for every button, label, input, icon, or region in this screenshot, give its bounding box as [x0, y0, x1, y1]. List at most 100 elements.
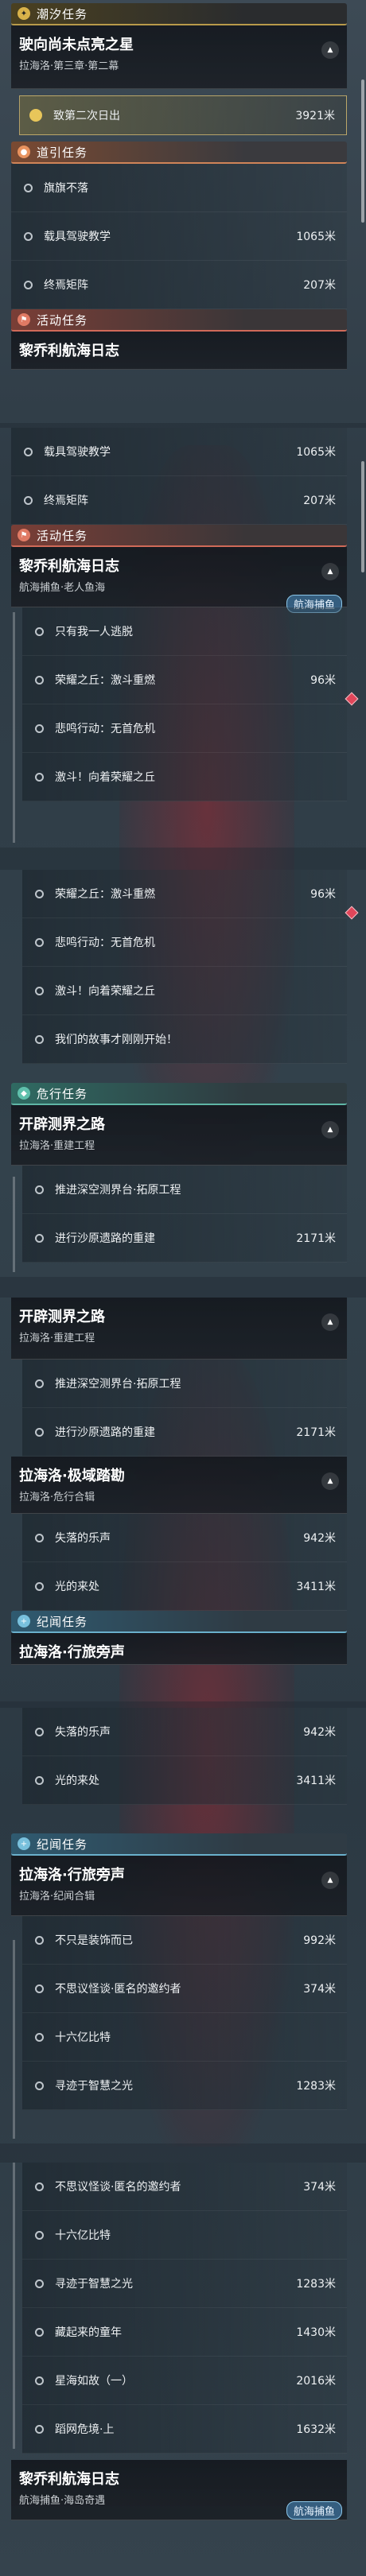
quest-title: 拉海洛·行旅旁声 [19, 1644, 125, 1661]
task-label: 不思议怪谈·匿名的邀约者 [55, 1983, 181, 1996]
task-row[interactable]: 我们的故事才刚刚开始！ [22, 1015, 347, 1064]
quest-subtitle: 拉海洛·危行合辑 [19, 1492, 95, 1503]
task-row[interactable]: 致第二次日出 3921米 [19, 95, 347, 135]
quest-card[interactable]: 开辟测界之路 拉海洛·重建工程 ▲ [11, 1105, 347, 1166]
marker-icon [345, 906, 359, 920]
task-row[interactable]: 十六亿比特 [22, 2013, 347, 2062]
section-activity[interactable]: ⚑ 活动任务 [11, 525, 347, 547]
section-guide[interactable]: ● 道引任务 [11, 142, 347, 164]
task-row[interactable]: 不思议怪谈·匿名的邀约者 374米 [22, 1965, 347, 2013]
task-row[interactable]: 旗旗不落 [11, 164, 347, 212]
quest-card[interactable]: 拉海洛·行旅旁声 拉海洛·纪闻合辑 ▲ [11, 1856, 347, 1916]
task-row[interactable]: 激斗！向着荣耀之丘 [22, 967, 347, 1015]
task-row[interactable]: 终焉矩阵 207米 [11, 261, 347, 309]
section-chronicle[interactable]: + 纪闻任务 [11, 1611, 347, 1633]
task-label: 失落的乐声 [55, 1532, 111, 1545]
quest-subtitle: 拉海洛·重建工程 [19, 1333, 95, 1344]
task-row[interactable]: 载具驾驶教学 1065米 [11, 212, 347, 261]
task-distance: 1065米 [296, 446, 336, 459]
quest-title: 黎乔利航海日志 [19, 343, 119, 359]
indent-line [13, 1177, 15, 1272]
collapse-icon[interactable]: ▲ [321, 1872, 339, 1889]
section-tide[interactable]: ✦ 潮汐任务 [11, 3, 347, 25]
task-distance: 1283米 [296, 2278, 336, 2291]
task-row[interactable]: 寻迹于智慧之光 1283米 [22, 2260, 347, 2308]
task-row[interactable]: 只有我一人逃脱 [22, 607, 347, 656]
collapse-icon[interactable]: ▲ [321, 1121, 339, 1139]
task-label: 终焉矩阵 [44, 279, 88, 292]
task-row[interactable]: 光的来处 3411米 [22, 1756, 347, 1805]
quest-subtitle: 拉海洛·纪闻合辑 [19, 1891, 95, 1903]
status-icon [24, 447, 33, 456]
task-row[interactable]: 星海如故（一） 2016米 [22, 2357, 347, 2405]
collapse-icon[interactable]: ▲ [321, 1313, 339, 1331]
task-row[interactable]: 激斗！向着荣耀之丘 [22, 753, 347, 801]
task-label: 进行沙原遗路的重建 [55, 1232, 155, 1245]
task-label: 光的来处 [55, 1581, 99, 1593]
divider [0, 1277, 366, 1298]
quest-card[interactable]: 驶向尚未点亮之星 拉海洛·第三章·第二幕 ▲ [11, 25, 347, 89]
quest-title: 黎乔利航海日志 [19, 2471, 119, 2488]
status-icon [24, 280, 33, 289]
scrollbar[interactable] [361, 461, 364, 572]
task-row[interactable]: 蹈网危境·上 1632米 [22, 2405, 347, 2454]
task-row[interactable]: 失落的乐声 942米 [22, 1708, 347, 1756]
status-icon [24, 495, 33, 505]
collapse-icon[interactable]: ▲ [321, 1472, 339, 1490]
task-row[interactable]: 藏起来的童年 1430米 [22, 2308, 347, 2357]
status-icon [35, 1984, 44, 1993]
quest-card[interactable]: 拉海洛·极域踏勘 拉海洛·危行合辑 ▲ [11, 1457, 347, 1514]
task-row[interactable]: 进行沙原遗路的重建 2171米 [22, 1408, 347, 1457]
section-danger[interactable]: ◆ 危行任务 [11, 1083, 347, 1105]
location-icon: ● [18, 145, 30, 158]
status-icon [35, 1533, 44, 1542]
task-distance: 96米 [310, 888, 336, 901]
scrollbar[interactable] [361, 80, 364, 223]
task-label: 推进深空测界台·拓原工程 [55, 1378, 181, 1391]
status-icon [35, 2032, 44, 2042]
quest-title: 拉海洛·极域踏勘 [19, 1468, 125, 1484]
status-icon [35, 2182, 44, 2191]
quest-card[interactable]: 黎乔利航海日志 航海捕鱼·海岛奇遇 航海捕鱼 [11, 2460, 347, 2520]
task-distance: 374米 [303, 1983, 336, 1996]
task-row[interactable]: 进行沙原遗路的重建 2171米 [22, 1214, 347, 1263]
status-icon [35, 724, 44, 733]
quest-card[interactable]: 开辟测界之路 拉海洛·重建工程 ▲ [11, 1298, 347, 1360]
task-row[interactable]: 终焉矩阵 207米 [11, 476, 347, 525]
task-row[interactable]: 寻迹于智慧之光 1283米 [22, 2062, 347, 2110]
task-label: 悲鸣行动：无首危机 [55, 937, 155, 949]
task-row[interactable]: 推进深空测界台·拓原工程 [22, 1360, 347, 1408]
task-label: 激斗！向着荣耀之丘 [55, 771, 155, 784]
status-icon [35, 2230, 44, 2240]
task-row[interactable]: 不思议怪谈·匿名的邀约者 374米 [22, 2163, 347, 2211]
task-label: 不思议怪谈·匿名的邀约者 [55, 2181, 181, 2194]
section-activity[interactable]: ⚑ 活动任务 [11, 309, 347, 332]
divider [0, 2143, 366, 2163]
status-icon [35, 2424, 44, 2434]
task-row[interactable]: 不只是装饰而已 992米 [22, 1916, 347, 1965]
task-row[interactable]: 荣耀之丘：激斗重燃 96米 [22, 656, 359, 706]
section-chronicle[interactable]: + 纪闻任务 [11, 1833, 347, 1856]
quest-subtitle: 拉海洛·重建工程 [19, 1140, 95, 1152]
flag-icon: ⚑ [18, 529, 30, 541]
status-icon [35, 986, 44, 995]
indent-line [13, 612, 15, 843]
section-title: 纪闻任务 [37, 1614, 88, 1629]
task-row[interactable]: 悲鸣行动：无首危机 [22, 704, 347, 753]
task-label: 蹈网危境·上 [55, 2423, 115, 2436]
quest-card[interactable]: 黎乔利航海日志 航海捕鱼·老人鱼海 ▲ 航海捕鱼 [11, 547, 347, 613]
task-row[interactable]: 推进深空测界台·拓原工程 [22, 1166, 347, 1214]
task-row[interactable]: 光的来处 3411米 [22, 1562, 347, 1611]
task-row[interactable]: 悲鸣行动：无首危机 [22, 918, 347, 967]
status-icon [35, 772, 44, 782]
quest-card[interactable]: 黎乔利航海日志 [11, 332, 347, 370]
task-row[interactable]: 载具驾驶教学 1065米 [11, 428, 347, 476]
collapse-icon[interactable]: ▲ [321, 41, 339, 59]
quest-card[interactable]: 拉海洛·行旅旁声 [11, 1633, 347, 1665]
task-row[interactable]: 十六亿比特 [22, 2211, 347, 2260]
quest-subtitle: 航海捕鱼·老人鱼海 [19, 582, 106, 594]
collapse-icon[interactable]: ▲ [321, 563, 339, 580]
task-row[interactable]: 荣耀之丘：激斗重燃 96米 [22, 870, 359, 920]
section-title: 潮汐任务 [37, 6, 88, 21]
task-row[interactable]: 失落的乐声 942米 [22, 1514, 347, 1562]
